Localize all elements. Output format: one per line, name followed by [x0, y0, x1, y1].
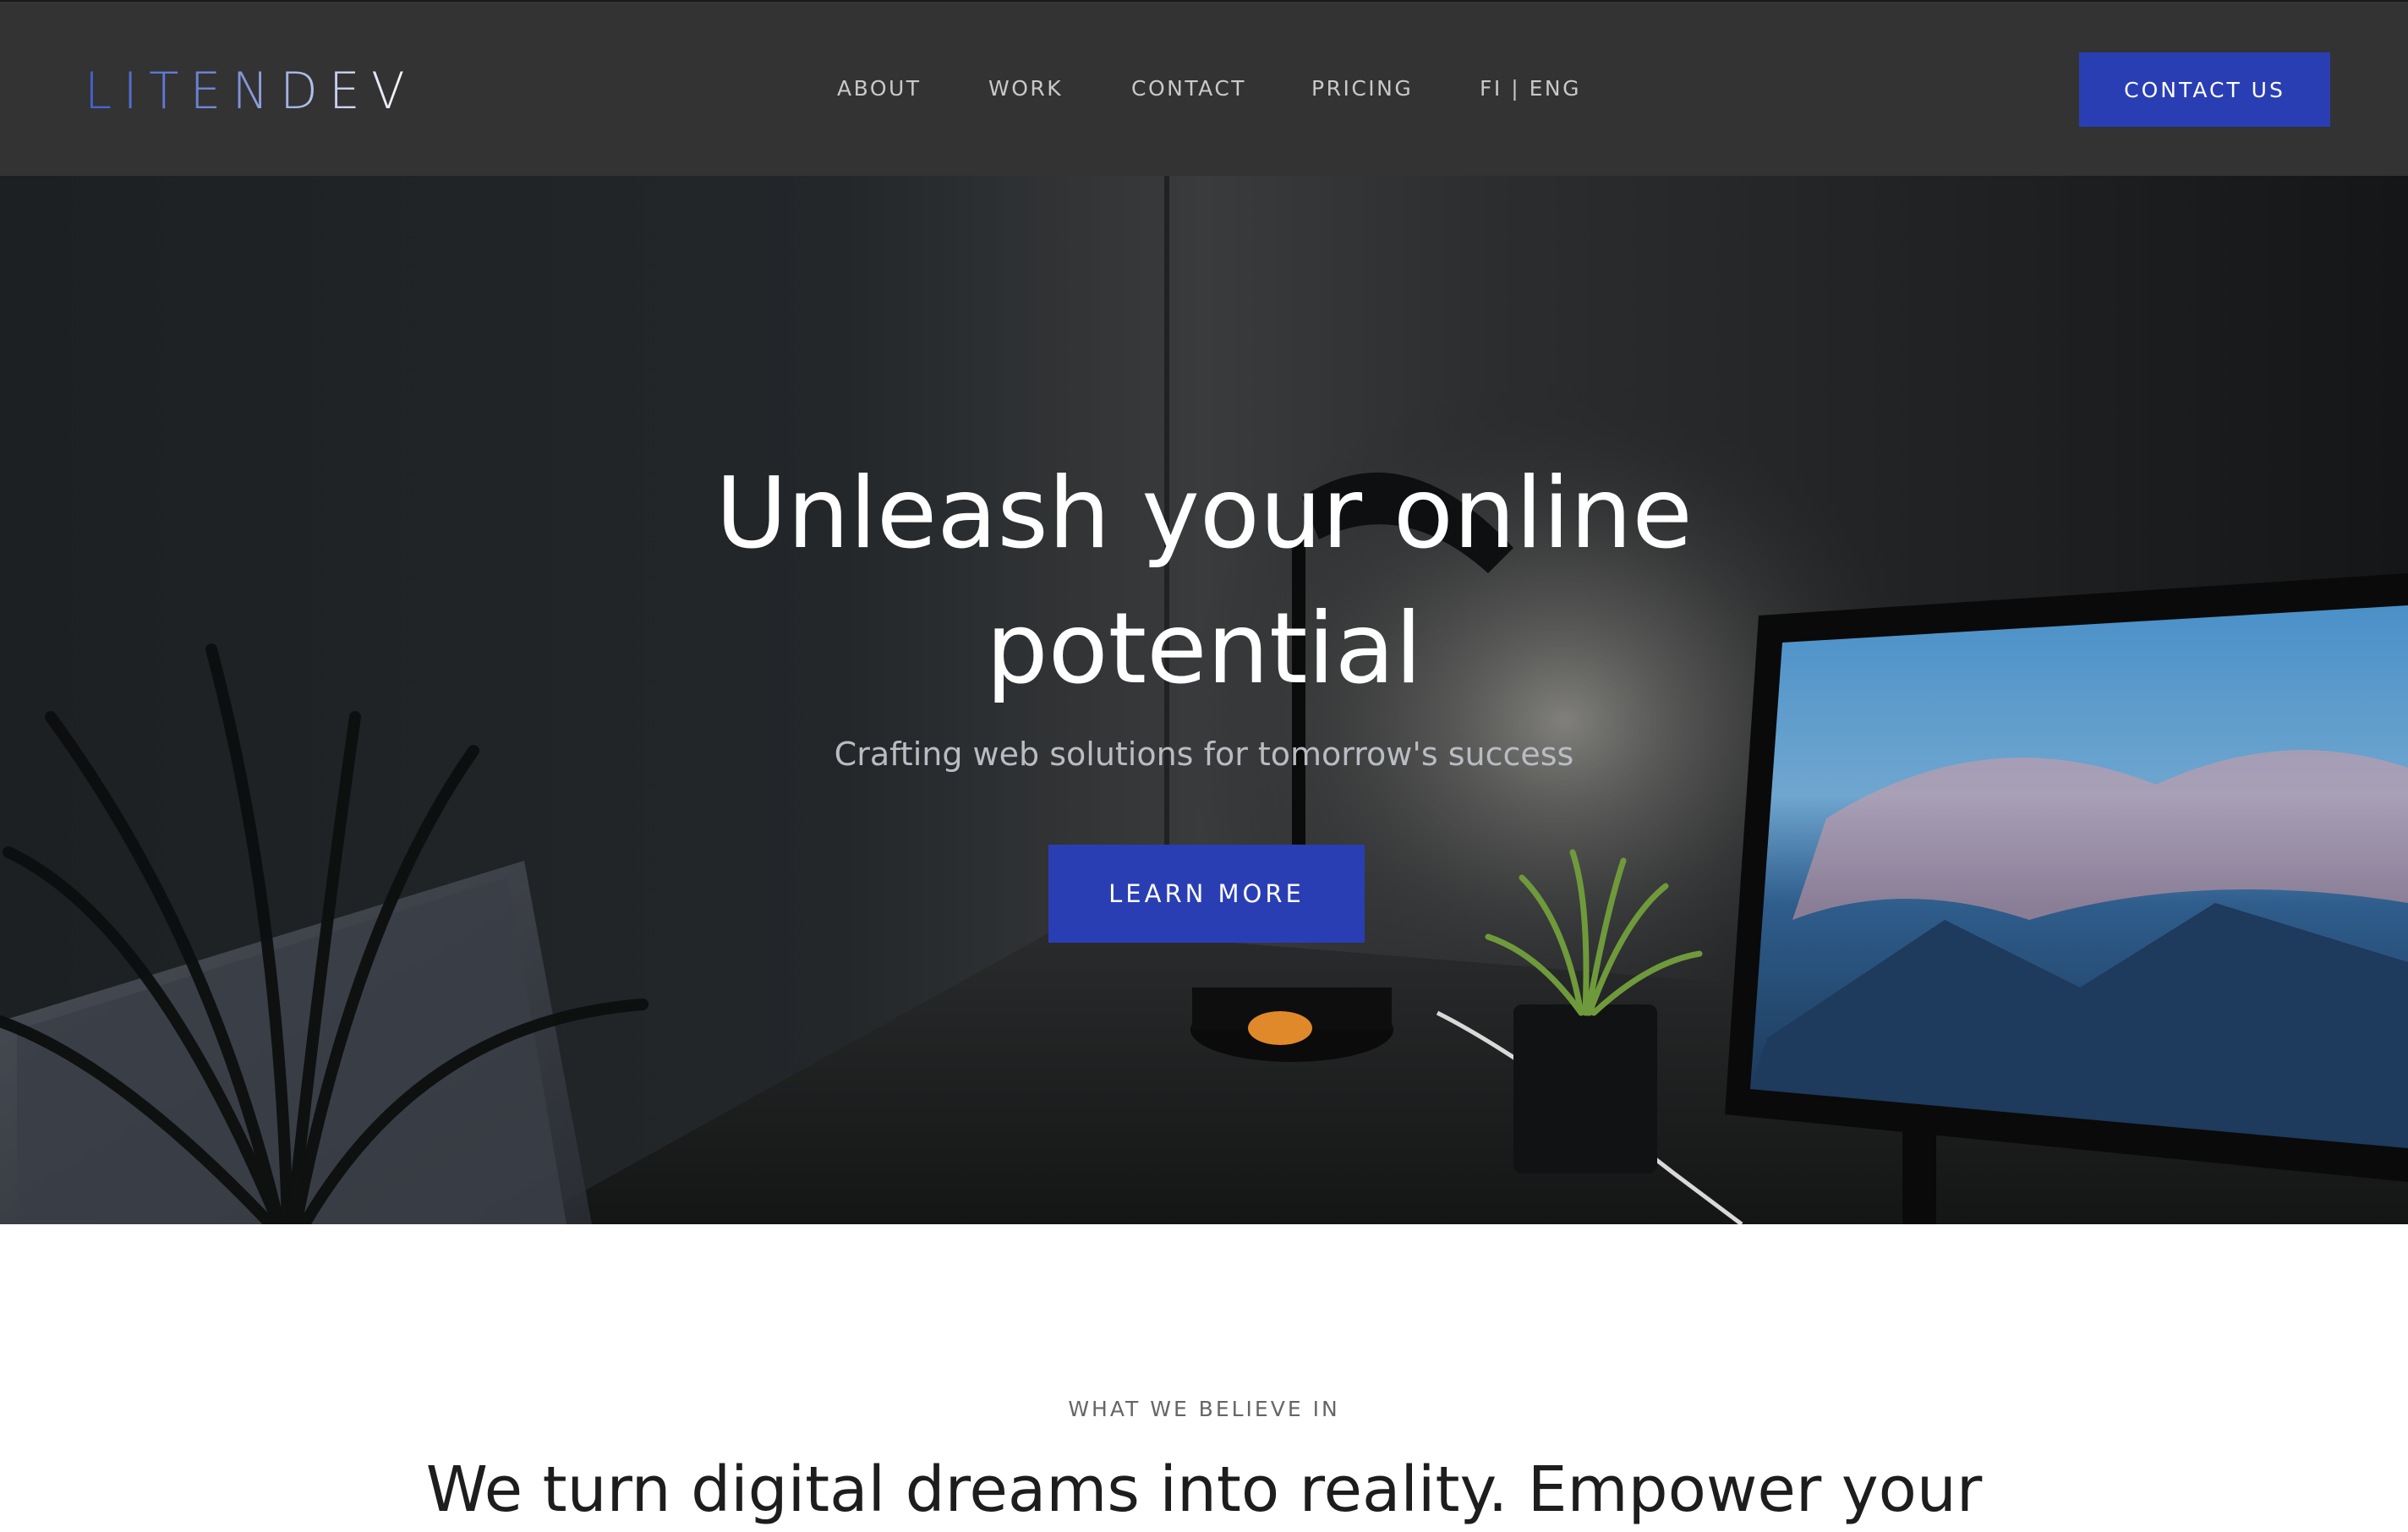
hero-title: Unleash your online potential [528, 446, 1880, 717]
hero-title-line2: potential [986, 592, 1422, 706]
hero-title-line1: Unleash your online [715, 457, 1693, 571]
main-nav: ABOUT WORK CONTACT PRICING FI | ENG [0, 2, 2408, 178]
hero-subtitle: Crafting web solutions for tomorrow's su… [834, 736, 1574, 773]
section-eyebrow: WHAT WE BELIEVE IN [1068, 1397, 1340, 1421]
learn-more-button[interactable]: LEARN MORE [1048, 845, 1365, 943]
language-switcher[interactable]: FI | ENG [1480, 76, 1581, 101]
nav-work[interactable]: WORK [988, 76, 1063, 101]
nav-about[interactable]: ABOUT [837, 76, 922, 101]
contact-us-button[interactable]: CONTACT US [2079, 52, 2330, 127]
hero-section: Unleash your online potential Crafting w… [0, 176, 2408, 1224]
section-heading: We turn digital dreams into reality. Emp… [425, 1453, 1983, 1526]
site-header: LITENDEV ABOUT WORK CONTACT PRICING FI |… [0, 0, 2408, 176]
nav-pricing[interactable]: PRICING [1311, 76, 1413, 101]
nav-contact[interactable]: CONTACT [1131, 76, 1246, 101]
